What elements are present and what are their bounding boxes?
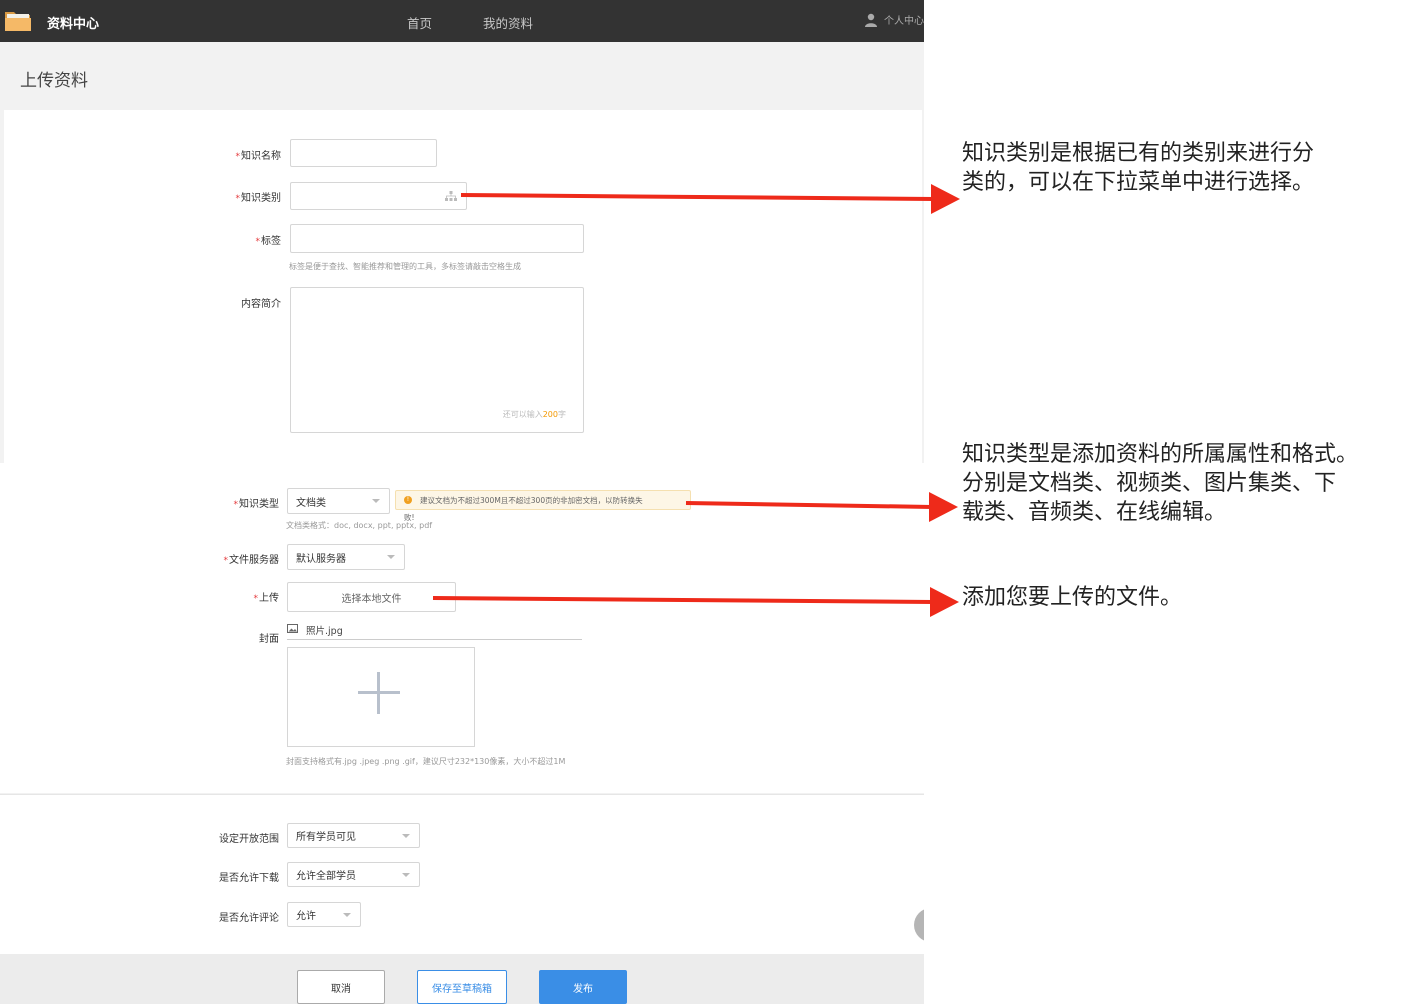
cover-upload-box[interactable] [287,647,475,747]
knowledge-name-label: *知识名称 [235,151,282,162]
nav-home[interactable]: 首页 [407,13,432,32]
open-scope-label: 设定开放范围 [219,834,279,845]
top-navbar: 资料中心 首页 我的资料 个人中心 [0,0,924,42]
app-window: 资料中心 首页 我的资料 个人中心 上传资料 *知识名称 *知识类别 *标签 标… [0,0,924,1004]
publish-button[interactable]: 发布 [539,970,627,1004]
summary-counter: 还可以输入200字 [502,410,566,419]
tags-input[interactable] [290,224,584,253]
knowledge-category-label: *知识类别 [235,193,282,204]
note-type: 知识类型是添加资料的所属属性和格式。 分别是文档类、视频类、图片集类、下 载类、… [962,442,1359,525]
summary-textarea[interactable]: 还可以输入200字 [290,287,584,433]
nav-my-materials[interactable]: 我的资料 [483,13,533,32]
summary-label: 内容简介 [241,299,281,310]
chevron-down-icon [372,499,380,503]
user-center-label: 个人中心 [884,16,924,27]
cover-file-row: 照片.jpg [287,623,582,640]
tags-label: *标签 [255,236,282,247]
note-upload: 添加您要上传的文件。 [962,585,1183,610]
file-warning-banner: ! 建议文档为不超过300M且不超过300页的非加密文档，以防转换失 [395,490,691,510]
chevron-down-icon [402,833,410,838]
user-icon [865,13,877,27]
permission-panel [0,794,924,954]
knowledge-name-input[interactable] [290,139,437,167]
save-draft-button[interactable]: 保存至草稿箱 [417,970,507,1004]
brand-title: 资料中心 [47,17,100,32]
file-server-label: *文件服务器 [223,555,280,566]
cover-hint: 封面支持格式有.jpg .jpeg .png .gif，建议尺寸232*130像… [286,757,566,766]
warning-icon: ! [404,496,412,504]
note-category: 知识类别是根据已有的类别来进行分 类的，可以在下拉菜单中进行选择。 [962,141,1315,195]
allow-download-select[interactable]: 允许全部学员 [287,862,420,887]
select-local-file-button[interactable]: 选择本地文件 [287,582,456,612]
knowledge-type-select[interactable]: 文档类 [287,488,390,514]
chevron-down-icon [387,555,395,559]
category-tree-icon [445,191,457,201]
cover-file-name: 照片.jpg [306,626,343,637]
image-icon [287,624,298,633]
folder-logo-icon [5,12,31,31]
allow-comment-label: 是否允许评论 [219,913,279,924]
knowledge-category-select[interactable] [290,182,467,210]
upload-label: *上传 [253,593,280,604]
chevron-down-icon [402,872,410,877]
tags-hint: 标签是便于查找、智能推荐和管理的工具，多标签请敲击空格生成 [289,262,521,271]
chevron-down-icon [343,912,351,917]
knowledge-type-label: *知识类型 [233,499,280,510]
open-scope-select[interactable]: 所有学员可见 [287,823,420,848]
user-center-link[interactable]: 个人中心 [864,12,924,27]
file-server-select[interactable]: 默认服务器 [287,544,405,570]
cover-label: 封面 [259,634,279,645]
allow-download-label: 是否允许下载 [219,873,279,884]
allow-comment-select[interactable]: 允许 [287,902,361,927]
page-title: 上传资料 [20,71,88,91]
format-hint: 文档类格式：doc, docx, ppt, pptx, pdf [286,521,433,530]
cancel-button[interactable]: 取消 [297,970,385,1004]
